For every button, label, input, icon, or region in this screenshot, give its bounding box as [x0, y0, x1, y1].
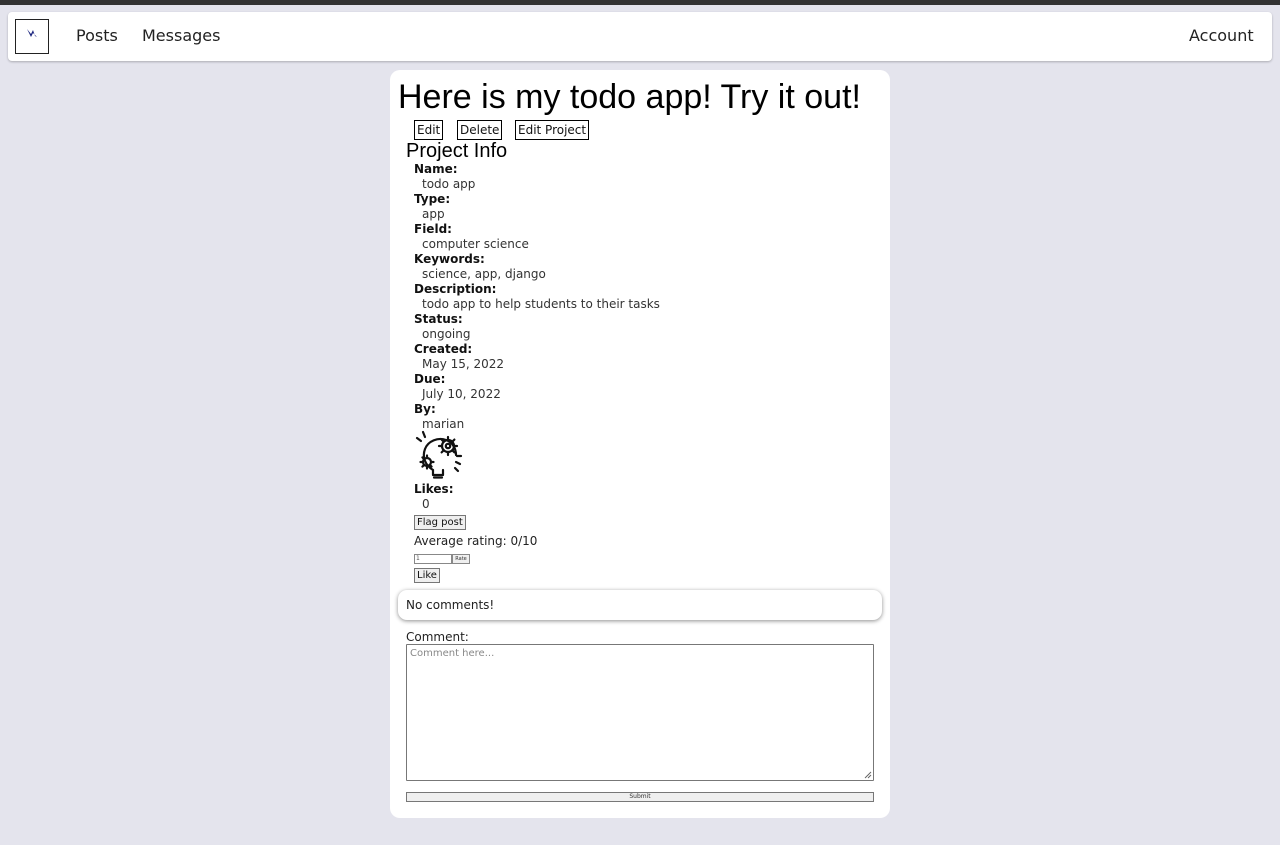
due-label: Due: — [414, 372, 446, 386]
rate-button[interactable]: Rate — [452, 554, 470, 564]
likes-label: Likes: — [414, 482, 454, 496]
project-info-heading: Project Info — [406, 140, 508, 162]
created-value: May 15, 2022 — [422, 357, 505, 371]
flag-post-button[interactable]: Flag post — [414, 515, 466, 530]
status-label: Status: — [414, 312, 463, 326]
edit-button[interactable]: Edit — [414, 120, 444, 140]
created-label: Created: — [414, 342, 473, 356]
comment-label: Comment: — [406, 630, 469, 644]
post-card: Here is my todo app! Try it out! Edit De… — [390, 70, 890, 818]
status-value: ongoing — [422, 327, 471, 341]
description-label: Description: — [414, 282, 497, 296]
keywords-label: Keywords: — [414, 252, 485, 266]
average-rating-text: Average rating: 0/10 — [414, 534, 538, 548]
post-title: Here is my todo app! Try it out! — [398, 78, 861, 116]
name-label: Name: — [414, 162, 458, 176]
window-top-strip — [0, 0, 1280, 5]
type-label: Type: — [414, 192, 451, 206]
delete-button[interactable]: Delete — [457, 120, 503, 140]
submit-button[interactable]: Submit — [406, 792, 874, 802]
navbar: Posts Messages Account — [8, 12, 1272, 61]
by-label: By: — [414, 402, 436, 416]
name-value: todo app — [422, 177, 476, 191]
lightbulb-gear-icon — [414, 430, 464, 480]
nav-posts-link[interactable]: Posts — [76, 26, 118, 45]
due-value: July 10, 2022 — [422, 387, 501, 401]
edit-project-button[interactable]: Edit Project — [515, 120, 590, 140]
comment-textarea[interactable]: Comment here... — [406, 644, 874, 781]
by-value: marian — [422, 417, 465, 431]
description-value: todo app to help students to their tasks — [422, 297, 660, 311]
logo[interactable] — [15, 19, 49, 54]
comment-placeholder: Comment here... — [410, 648, 495, 659]
field-value: computer science — [422, 237, 529, 251]
logo-mark-icon — [27, 29, 37, 37]
like-button[interactable]: Like — [414, 568, 440, 583]
keywords-value: science, app, django — [422, 267, 546, 281]
nav-messages-link[interactable]: Messages — [142, 26, 220, 45]
likes-value: 0 — [422, 497, 430, 511]
type-value: app — [422, 207, 445, 221]
nav-account-link[interactable]: Account — [1189, 26, 1254, 45]
no-comments-text: No comments! — [406, 598, 495, 612]
field-label: Field: — [414, 222, 452, 236]
resize-grip-icon[interactable] — [864, 771, 872, 779]
rating-input[interactable]: 1 — [414, 554, 452, 564]
comments-list: No comments! — [398, 590, 882, 620]
